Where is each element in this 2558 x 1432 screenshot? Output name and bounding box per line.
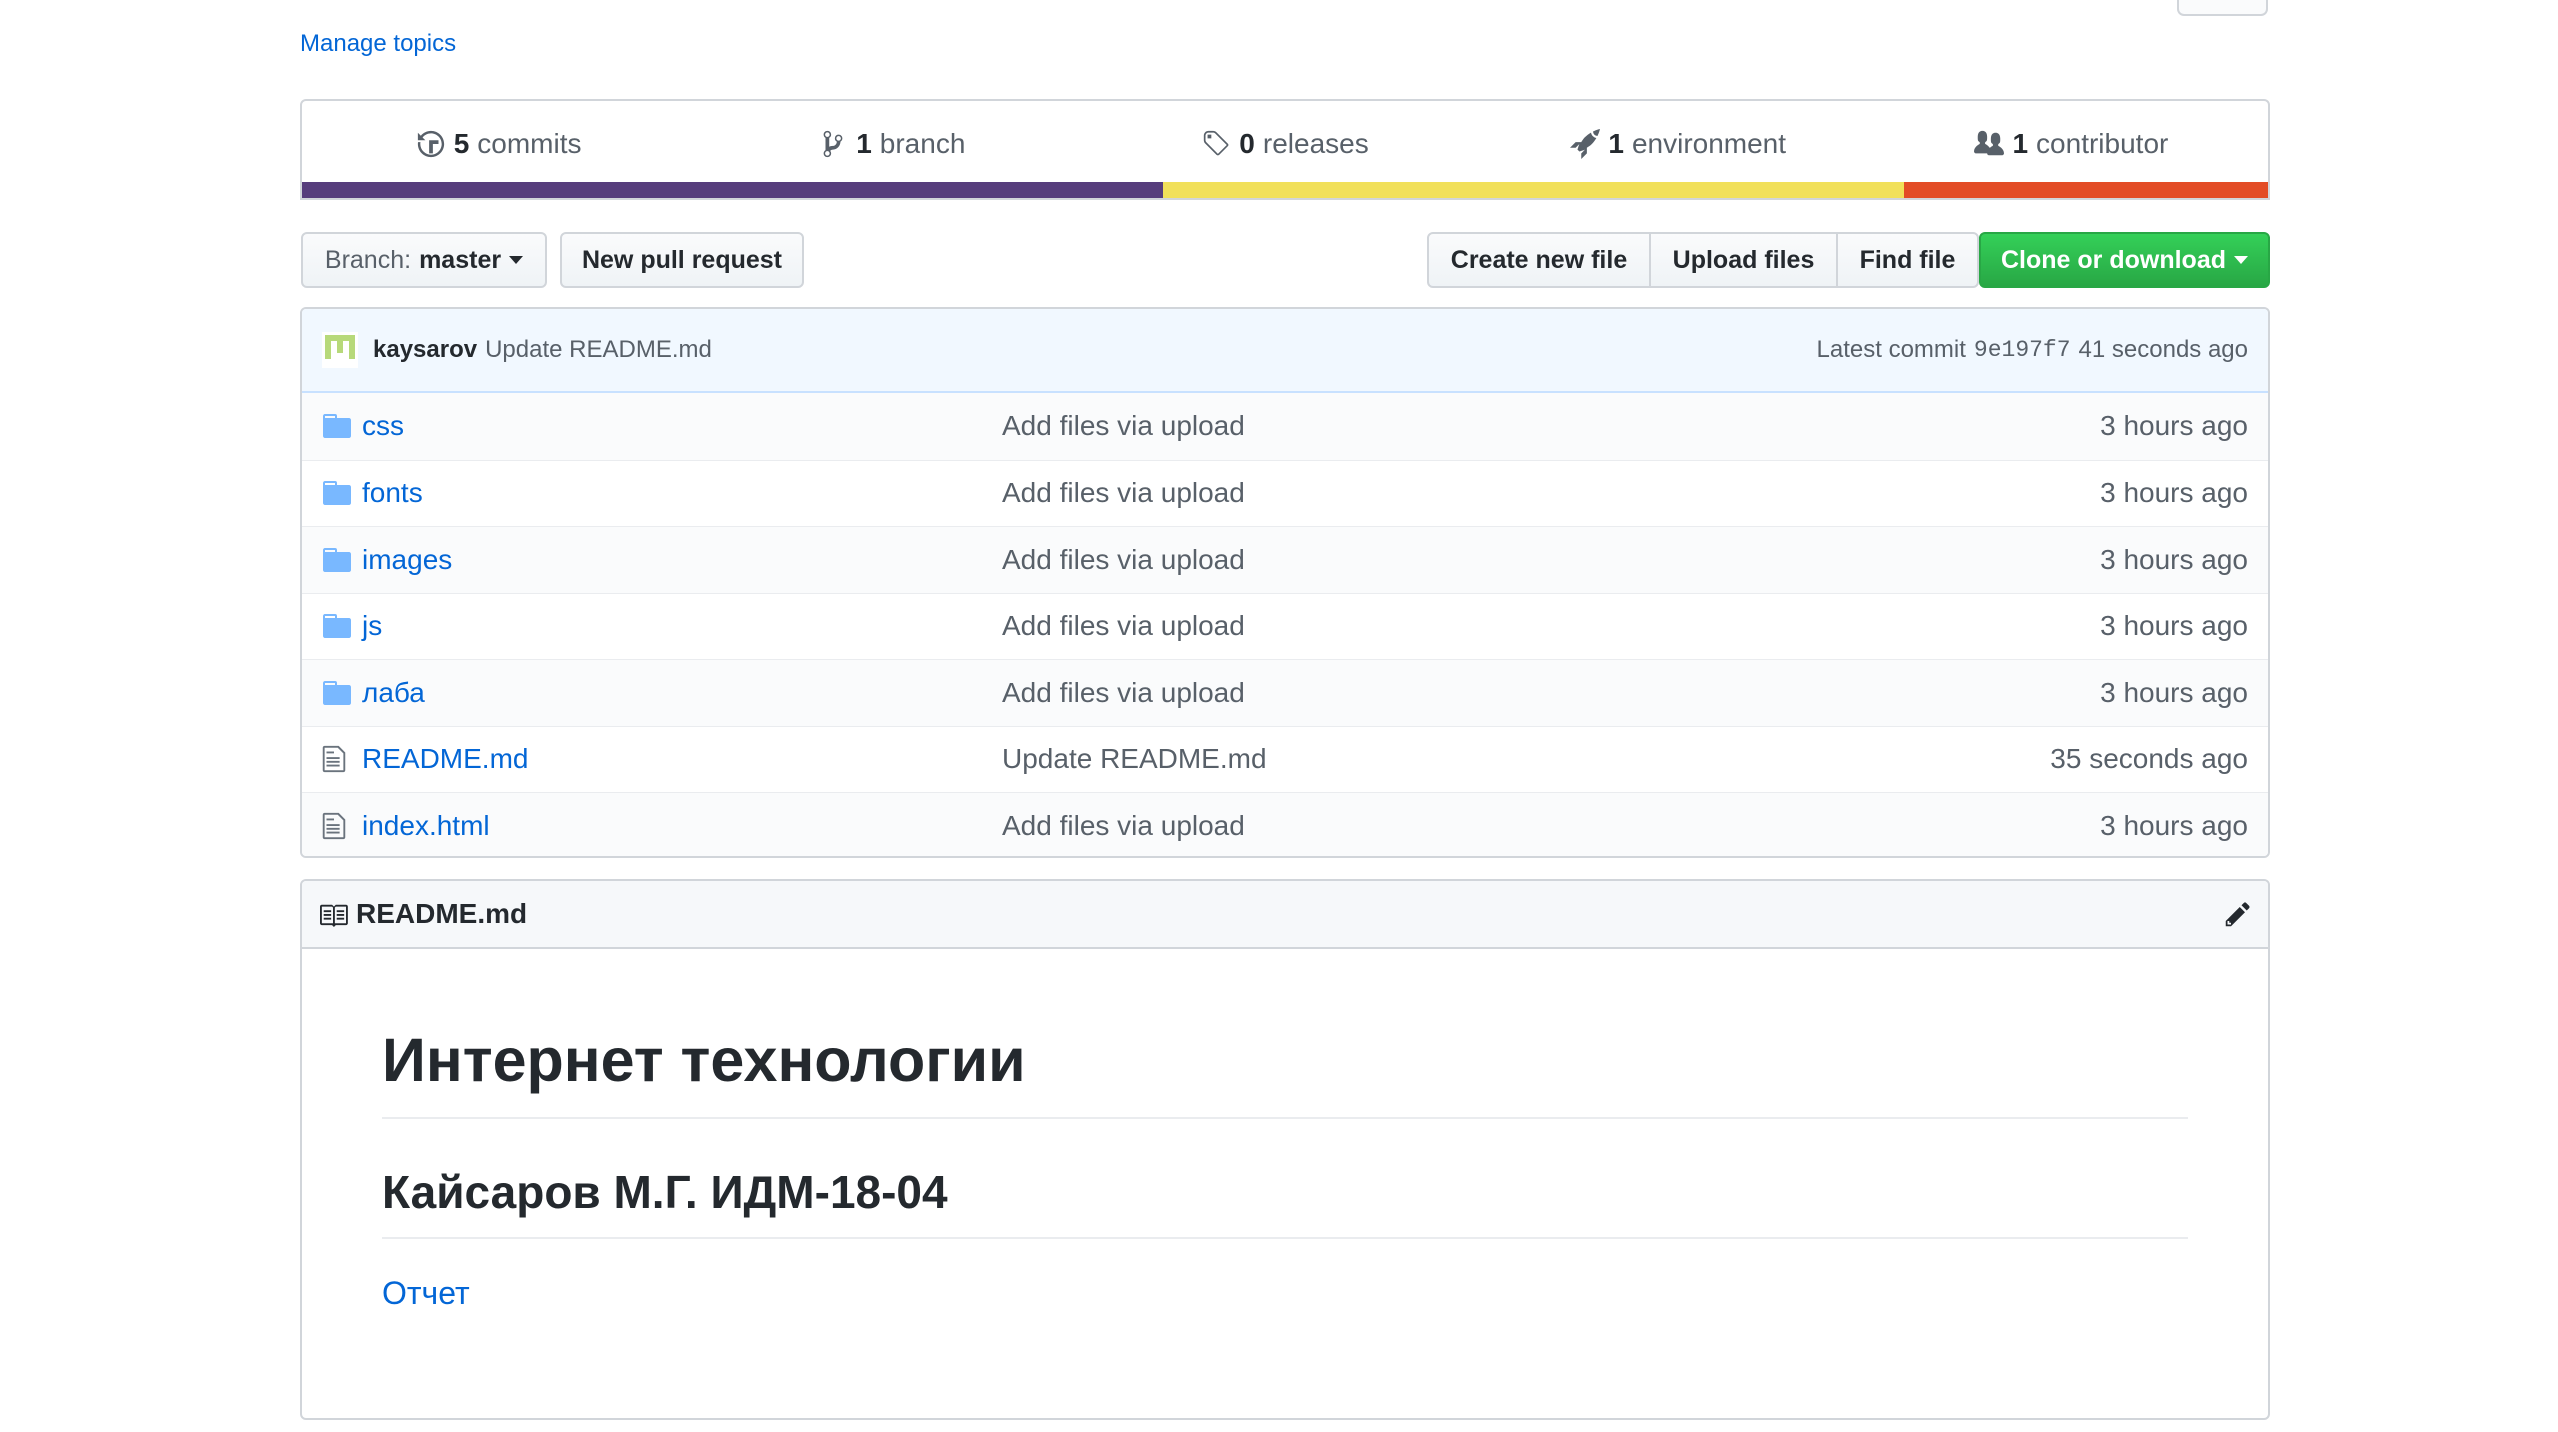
readme-panel: README.md Интернет технологии Кайсаров М… [300, 879, 2270, 1420]
readme-header: README.md [302, 881, 2268, 949]
summary-count: 0 [1239, 127, 1255, 159]
branch-name: master [419, 245, 502, 274]
branch-select-button[interactable]: Branch: master [301, 232, 547, 288]
tag-icon [1201, 129, 1231, 159]
folder-icon [322, 479, 354, 507]
manage-topics-link[interactable]: Manage topics [300, 30, 456, 58]
create-new-file-button[interactable]: Create new file [1427, 232, 1651, 288]
git-branch-icon [818, 129, 848, 159]
summary-row: 5 commits 1 branch 0 releases 1 environment 1 con… [302, 101, 2268, 186]
new-pull-request-button[interactable]: New pull request [560, 232, 804, 288]
history-icon [416, 129, 446, 159]
readme-body: Интернет технологии Кайсаров М.Г. ИДМ-18… [302, 1025, 2268, 1312]
file-row: js Add files via upload 3 hours ago [302, 592, 2268, 659]
file-age: 3 hours ago [2100, 477, 2248, 509]
file-commit-message[interactable]: Update README.md [1002, 743, 2050, 775]
file-row: fonts Add files via upload 3 hours ago [302, 459, 2268, 526]
avatar[interactable] [322, 332, 358, 368]
file-commit-message[interactable]: Add files via upload [1002, 610, 2100, 642]
file-commit-message[interactable]: Add files via upload [1002, 477, 2100, 509]
caret-down-icon [509, 256, 524, 264]
readme-report-link[interactable]: Отчет [382, 1275, 470, 1312]
cropped-button[interactable] [2177, 0, 2268, 16]
file-name-link[interactable]: README.md [362, 743, 1002, 775]
language-segment[interactable] [302, 182, 1164, 198]
summary-label: contributor [2036, 127, 2169, 159]
file-commit-message[interactable]: Add files via upload [1002, 544, 2100, 576]
readme-heading-2: Кайсаров М.Г. ИДМ-18-04 [382, 1165, 2188, 1239]
branch-prefix: Branch: [324, 245, 412, 274]
language-segment[interactable] [1904, 182, 2268, 198]
file-row: лаба Add files via upload 3 hours ago [302, 659, 2268, 726]
folder-icon [322, 612, 354, 640]
file-age: 3 hours ago [2100, 410, 2248, 442]
file-age: 35 seconds ago [2050, 743, 2248, 775]
commit-sha[interactable]: 9e197f7 [1974, 337, 2071, 363]
file-name-link[interactable]: index.html [362, 810, 1002, 842]
file-age: 3 hours ago [2100, 676, 2248, 708]
file-name-link[interactable]: css [362, 410, 1002, 442]
commit-age: 41 seconds ago [2078, 336, 2248, 363]
latest-commit-prefix: Latest commit [1816, 336, 1966, 363]
clone-label: Clone or download [2001, 245, 2226, 274]
folder-icon [322, 679, 354, 707]
commit-message[interactable]: Update README.md [485, 336, 712, 364]
language-segment[interactable] [1163, 182, 1905, 198]
folder-icon [322, 412, 354, 440]
file-name-link[interactable]: лаба [362, 677, 1002, 709]
summary-branch[interactable]: 1 branch [695, 101, 1088, 186]
upload-files-button[interactable]: Upload files [1649, 232, 1838, 288]
people-icon [1974, 129, 2005, 159]
rocket-icon [1570, 128, 1601, 159]
summary-count: 1 [856, 127, 872, 159]
file-name-link[interactable]: js [362, 610, 1002, 642]
summary-contributor[interactable]: 1 contributor [1875, 101, 2268, 186]
file-icon [322, 745, 354, 773]
clone-or-download-button[interactable]: Clone or download [1979, 232, 2270, 288]
file-age: 3 hours ago [2100, 543, 2248, 575]
file-commit-message[interactable]: Add files via upload [1002, 677, 2100, 709]
repo-summary: 5 commits 1 branch 0 releases 1 environment 1 con… [300, 99, 2270, 200]
find-file-button[interactable]: Find file [1836, 232, 1979, 288]
readme-filename: README.md [356, 898, 528, 929]
summary-count: 1 [2012, 127, 2029, 159]
summary-label: branch [879, 127, 966, 159]
commit-author[interactable]: kaysarov [373, 336, 477, 364]
commit-meta: Latest commit 9e197f7 41 seconds ago [1817, 336, 2248, 364]
summary-commits[interactable]: 5 commits [302, 101, 695, 186]
book-icon [320, 904, 348, 927]
pencil-icon[interactable] [2224, 900, 2252, 928]
folder-icon [322, 546, 354, 574]
summary-releases[interactable]: 0 releases [1088, 101, 1481, 186]
file-age: 3 hours ago [2100, 610, 2248, 642]
file-commit-message[interactable]: Add files via upload [1002, 810, 2100, 842]
caret-down-icon [2234, 256, 2248, 264]
file-row: css Add files via upload 3 hours ago [302, 393, 2268, 460]
file-list: css Add files via upload 3 hours ago fonts A… [302, 393, 2268, 856]
summary-count: 1 [1608, 127, 1624, 159]
file-name-link[interactable]: fonts [362, 477, 1002, 509]
file-row: index.html Add files via upload 3 hours ag… [302, 792, 2268, 856]
language-bar[interactable] [302, 182, 2268, 198]
file-table: kaysarov Update README.md Latest commit … [300, 307, 2270, 858]
file-actions-group: Create new file Upload files Find file [1427, 232, 1979, 288]
file-row: README.md Update README.md 35 seconds ago [302, 725, 2268, 792]
latest-commit-bar: kaysarov Update README.md Latest commit … [302, 309, 2268, 393]
summary-label: releases [1262, 127, 1369, 159]
cropped-topic-line [300, 0, 820, 2]
summary-label: commits [477, 127, 582, 159]
file-commit-message[interactable]: Add files via upload [1002, 410, 2100, 442]
summary-label: environment [1631, 127, 1787, 159]
file-age: 3 hours ago [2100, 809, 2248, 841]
file-icon [322, 812, 354, 840]
summary-environment[interactable]: 1 environment [1482, 101, 1875, 186]
file-row: images Add files via upload 3 hours ago [302, 526, 2268, 593]
summary-count: 5 [453, 127, 470, 159]
readme-heading-1: Интернет технологии [382, 1025, 2188, 1119]
file-name-link[interactable]: images [362, 544, 1002, 576]
